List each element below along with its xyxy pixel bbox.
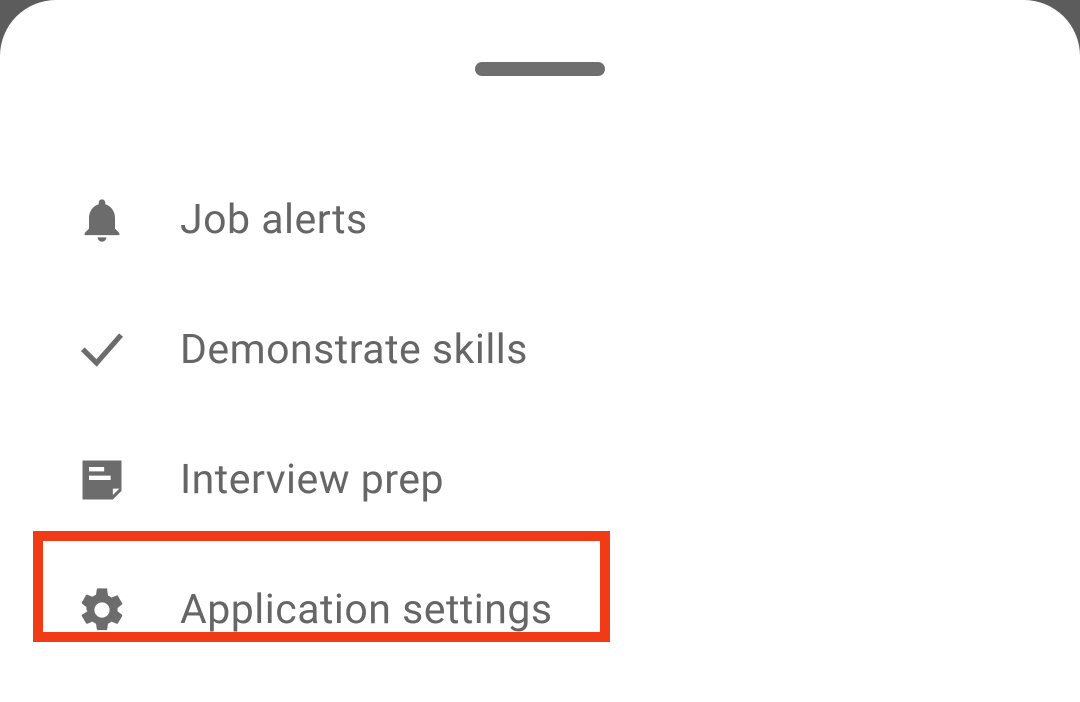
menu-item-demonstrate-skills[interactable]: Demonstrate skills xyxy=(0,285,1080,415)
menu-item-label: Interview prep xyxy=(180,456,444,504)
menu-list: Job alerts Demonstrate skills Interview … xyxy=(0,155,1080,675)
menu-item-interview-prep[interactable]: Interview prep xyxy=(0,415,1080,545)
bell-icon xyxy=(76,194,128,246)
menu-item-label: Demonstrate skills xyxy=(180,326,528,374)
drag-handle[interactable] xyxy=(475,62,605,76)
menu-item-job-alerts[interactable]: Job alerts xyxy=(0,155,1080,285)
menu-item-label: Job alerts xyxy=(180,196,368,244)
gear-icon xyxy=(76,584,128,636)
note-icon xyxy=(76,454,128,506)
check-icon xyxy=(76,324,128,376)
menu-item-label: Application settings xyxy=(180,586,553,634)
bottom-sheet: Job alerts Demonstrate skills Interview … xyxy=(0,0,1080,702)
menu-item-application-settings[interactable]: Application settings xyxy=(0,545,1080,675)
